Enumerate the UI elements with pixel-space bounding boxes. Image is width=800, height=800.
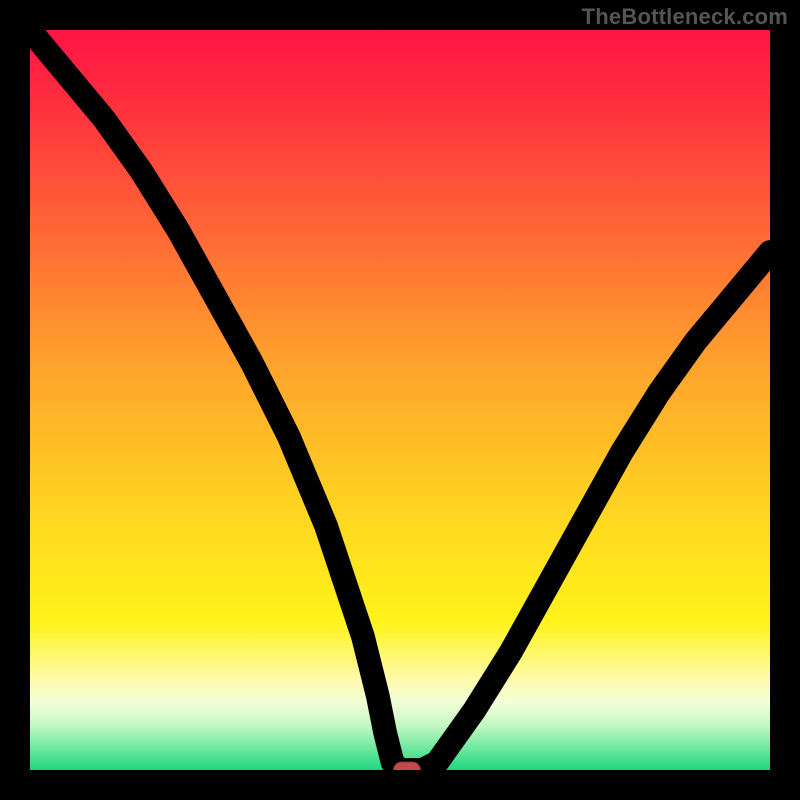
bottleneck-curve [30, 30, 770, 770]
watermark-text: TheBottleneck.com [582, 4, 788, 30]
plot-area [30, 30, 770, 770]
chart-frame: TheBottleneck.com [0, 0, 800, 800]
optimal-point-marker [393, 762, 421, 771]
